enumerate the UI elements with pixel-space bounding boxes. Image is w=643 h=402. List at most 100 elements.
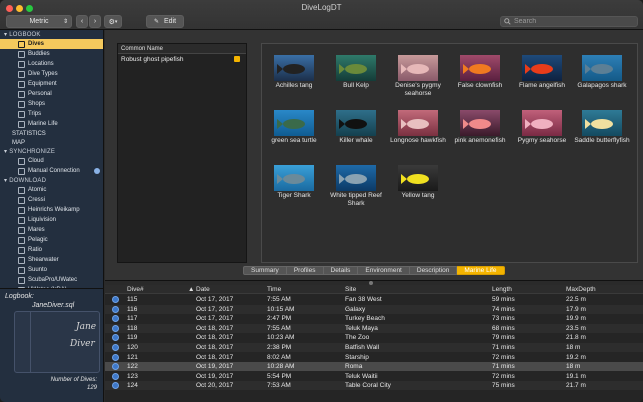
tab-description[interactable]: Description: [409, 266, 458, 275]
disclosure-triangle-icon: ▾: [4, 32, 8, 38]
sidebar-item-atomic[interactable]: Atomic: [0, 185, 103, 195]
dive-maxdepth: 21.7 m: [566, 382, 586, 390]
window-title: DiveLogDT: [301, 3, 342, 12]
edit-button[interactable]: ✎ Edit: [146, 15, 184, 28]
tab-details[interactable]: Details: [323, 266, 359, 275]
marine-life-photo[interactable]: [460, 110, 500, 136]
marine-life-item[interactable]: White tipped Reef Shark: [324, 160, 388, 215]
sidebar-item-shops[interactable]: Shops: [0, 99, 103, 109]
sidebar-group-logbook[interactable]: ▾ LOGBOOK: [0, 30, 103, 39]
marine-life-item[interactable]: Bull Kelp: [324, 50, 388, 105]
tab-profiles[interactable]: Profiles: [286, 266, 324, 275]
dive-row[interactable]: 119 Oct 18, 2017 10:23 AM The Zoo 79 mins 21.…: [105, 333, 643, 342]
column-header-date[interactable]: Date: [196, 286, 210, 293]
sidebar-item-dives[interactable]: Dives: [0, 39, 103, 49]
dive-maxdepth: 18 m: [566, 344, 581, 351]
checkbox-checked-icon[interactable]: [234, 56, 240, 62]
sidebar-item-map[interactable]: MAP: [0, 138, 103, 147]
action-menu-button[interactable]: ⚙ ▾: [104, 15, 122, 28]
sidebar-item-statistics[interactable]: STATISTICS: [0, 129, 103, 138]
app-window: DiveLogDT Metric ⇕ ‹ › ⚙▾ ✎ Edit ▾LOGBOO…: [0, 0, 643, 402]
common-name-row[interactable]: Robust ghost pipefish: [118, 54, 246, 64]
marine-life-item[interactable]: Killer whale: [324, 105, 388, 160]
marine-life-photo[interactable]: [274, 55, 314, 81]
marine-life-item[interactable]: pink anemonefish: [448, 105, 512, 160]
column-header-time[interactable]: Time: [267, 286, 281, 293]
dive-row[interactable]: 120 Oct 18, 2017 2:38 PM Batfish Wall 71 min…: [105, 343, 643, 352]
sidebar-item-dive-types[interactable]: Dive Types: [0, 69, 103, 79]
sidebar-item-label: Locations: [28, 61, 54, 67]
sidebar-item-mares[interactable]: Mares: [0, 225, 103, 235]
sidebar-item-cloud[interactable]: Cloud: [0, 156, 103, 166]
sidebar-item-suunto[interactable]: Suunto: [0, 265, 103, 275]
sidebar-item-heinrichs-weikamp[interactable]: Heinrichs Weikamp: [0, 205, 103, 215]
dive-row[interactable]: 122 Oct 19, 2017 10:28 AM Roma 71 mins 18 m: [105, 362, 643, 372]
sidebar-item-pelagic[interactable]: Pelagic: [0, 235, 103, 245]
column-header-dive-number[interactable]: Dive#: [127, 286, 144, 293]
search-field[interactable]: [500, 16, 638, 27]
dive-row[interactable]: 115 Oct 17, 2017 7:55 AM Fan 38 West 59 mins…: [105, 295, 643, 304]
sidebar-item-manual-connection[interactable]: Manual Connection: [0, 166, 103, 176]
dive-time: 10:23 AM: [267, 334, 295, 342]
forward-button[interactable]: ›: [89, 15, 101, 28]
tab-marine-life[interactable]: Marine Life: [457, 266, 505, 275]
marine-life-photo[interactable]: [398, 165, 438, 191]
marine-life-item[interactable]: False clownfish: [448, 50, 512, 105]
marine-life-photo[interactable]: [398, 55, 438, 81]
sidebar-item-cressi[interactable]: Cressi: [0, 195, 103, 205]
dive-site: The Zoo: [345, 334, 370, 342]
sidebar-item-liquivision[interactable]: Liquivision: [0, 215, 103, 225]
dive-site: Teluk Waitii: [345, 372, 378, 380]
common-name-header[interactable]: Common Name: [118, 44, 246, 54]
marine-life-photo[interactable]: [336, 110, 376, 136]
sidebar-group-synchronize[interactable]: ▾ SYNCHRONIZE: [0, 147, 103, 156]
dive-row[interactable]: 124 Oct 20, 2017 7:53 AM Table Coral City 75…: [105, 381, 643, 391]
column-header-length[interactable]: Length: [492, 286, 512, 293]
sidebar-item-marine-life[interactable]: Marine Life: [0, 119, 103, 129]
dives-table[interactable]: Dive# ▲ Date Time Site Length MaxDepth 1…: [105, 285, 643, 402]
marine-life-photo[interactable]: [336, 165, 376, 191]
tab-summary[interactable]: Summary: [243, 266, 287, 275]
marine-life-photo[interactable]: [460, 55, 500, 81]
sidebar-item-shearwater[interactable]: Shearwater: [0, 255, 103, 265]
marine-life-item[interactable]: Denise's pygmy seahorse: [386, 50, 450, 105]
dive-row[interactable]: 118 Oct 18, 2017 7:55 AM Teluk Maya 68 mins 2…: [105, 323, 643, 333]
sidebar-item-trips[interactable]: Trips: [0, 109, 103, 119]
marine-life-photo[interactable]: [274, 110, 314, 136]
sidebar-item-ratio[interactable]: Ratio: [0, 245, 103, 255]
marine-life-item[interactable]: Pygmy seahorse: [510, 105, 574, 160]
tab-environment[interactable]: Environment: [358, 266, 410, 275]
marine-life-item[interactable]: green sea turtle: [262, 105, 326, 160]
marine-life-item[interactable]: Tiger Shark: [262, 160, 326, 215]
dive-row[interactable]: 116 Oct 17, 2017 10:15 AM Galaxy 74 mins 17.9…: [105, 304, 643, 314]
marine-life-photo[interactable]: [522, 55, 562, 81]
sidebar-item-locations[interactable]: Locations: [0, 59, 103, 69]
search-input[interactable]: [514, 18, 634, 25]
sidebar-item-scubapro-uwatec[interactable]: ScubaPro/UWatec: [0, 275, 103, 285]
marine-life-photo[interactable]: [274, 165, 314, 191]
sidebar-item-buddies[interactable]: Buddies: [0, 49, 103, 59]
marine-life-photo[interactable]: [582, 55, 622, 81]
sidebar-item-equipment[interactable]: Equipment: [0, 79, 103, 89]
dive-row[interactable]: 123 Oct 19, 2017 5:54 PM Teluk Waitii 72 min…: [105, 372, 643, 381]
marine-life-item[interactable]: Achilles tang: [262, 50, 326, 105]
column-header-maxdepth[interactable]: MaxDepth: [566, 286, 596, 293]
dive-row[interactable]: 121 Oct 18, 2017 8:02 AM Starship 72 mins 19.…: [105, 353, 643, 362]
marine-life-item[interactable]: Longnose hawkfish: [386, 105, 450, 160]
back-button[interactable]: ‹: [76, 15, 88, 28]
marine-life-photo[interactable]: [522, 110, 562, 136]
sidebar-item-label: Marine Life: [28, 121, 58, 127]
common-name-table[interactable]: Common Name Robust ghost pipefish: [117, 43, 247, 263]
marine-life-item[interactable]: Yellow tang: [386, 160, 450, 215]
column-header-site[interactable]: Site: [345, 286, 356, 293]
marine-life-item[interactable]: Flame angelfish: [510, 50, 574, 105]
sidebar-item-personal[interactable]: Personal: [0, 89, 103, 99]
dive-row[interactable]: 117 Oct 17, 2017 2:47 PM Turkey Beach 73 min…: [105, 314, 643, 323]
marine-life-item[interactable]: Saddle butterflyfish: [570, 105, 634, 160]
marine-life-photo[interactable]: [398, 110, 438, 136]
marine-life-photo[interactable]: [336, 55, 376, 81]
marine-life-item[interactable]: Galapagos shark: [570, 50, 634, 105]
units-select[interactable]: Metric ⇕: [6, 15, 72, 28]
sidebar-group-download[interactable]: ▾ DOWNLOAD: [0, 176, 103, 185]
marine-life-photo[interactable]: [582, 110, 622, 136]
